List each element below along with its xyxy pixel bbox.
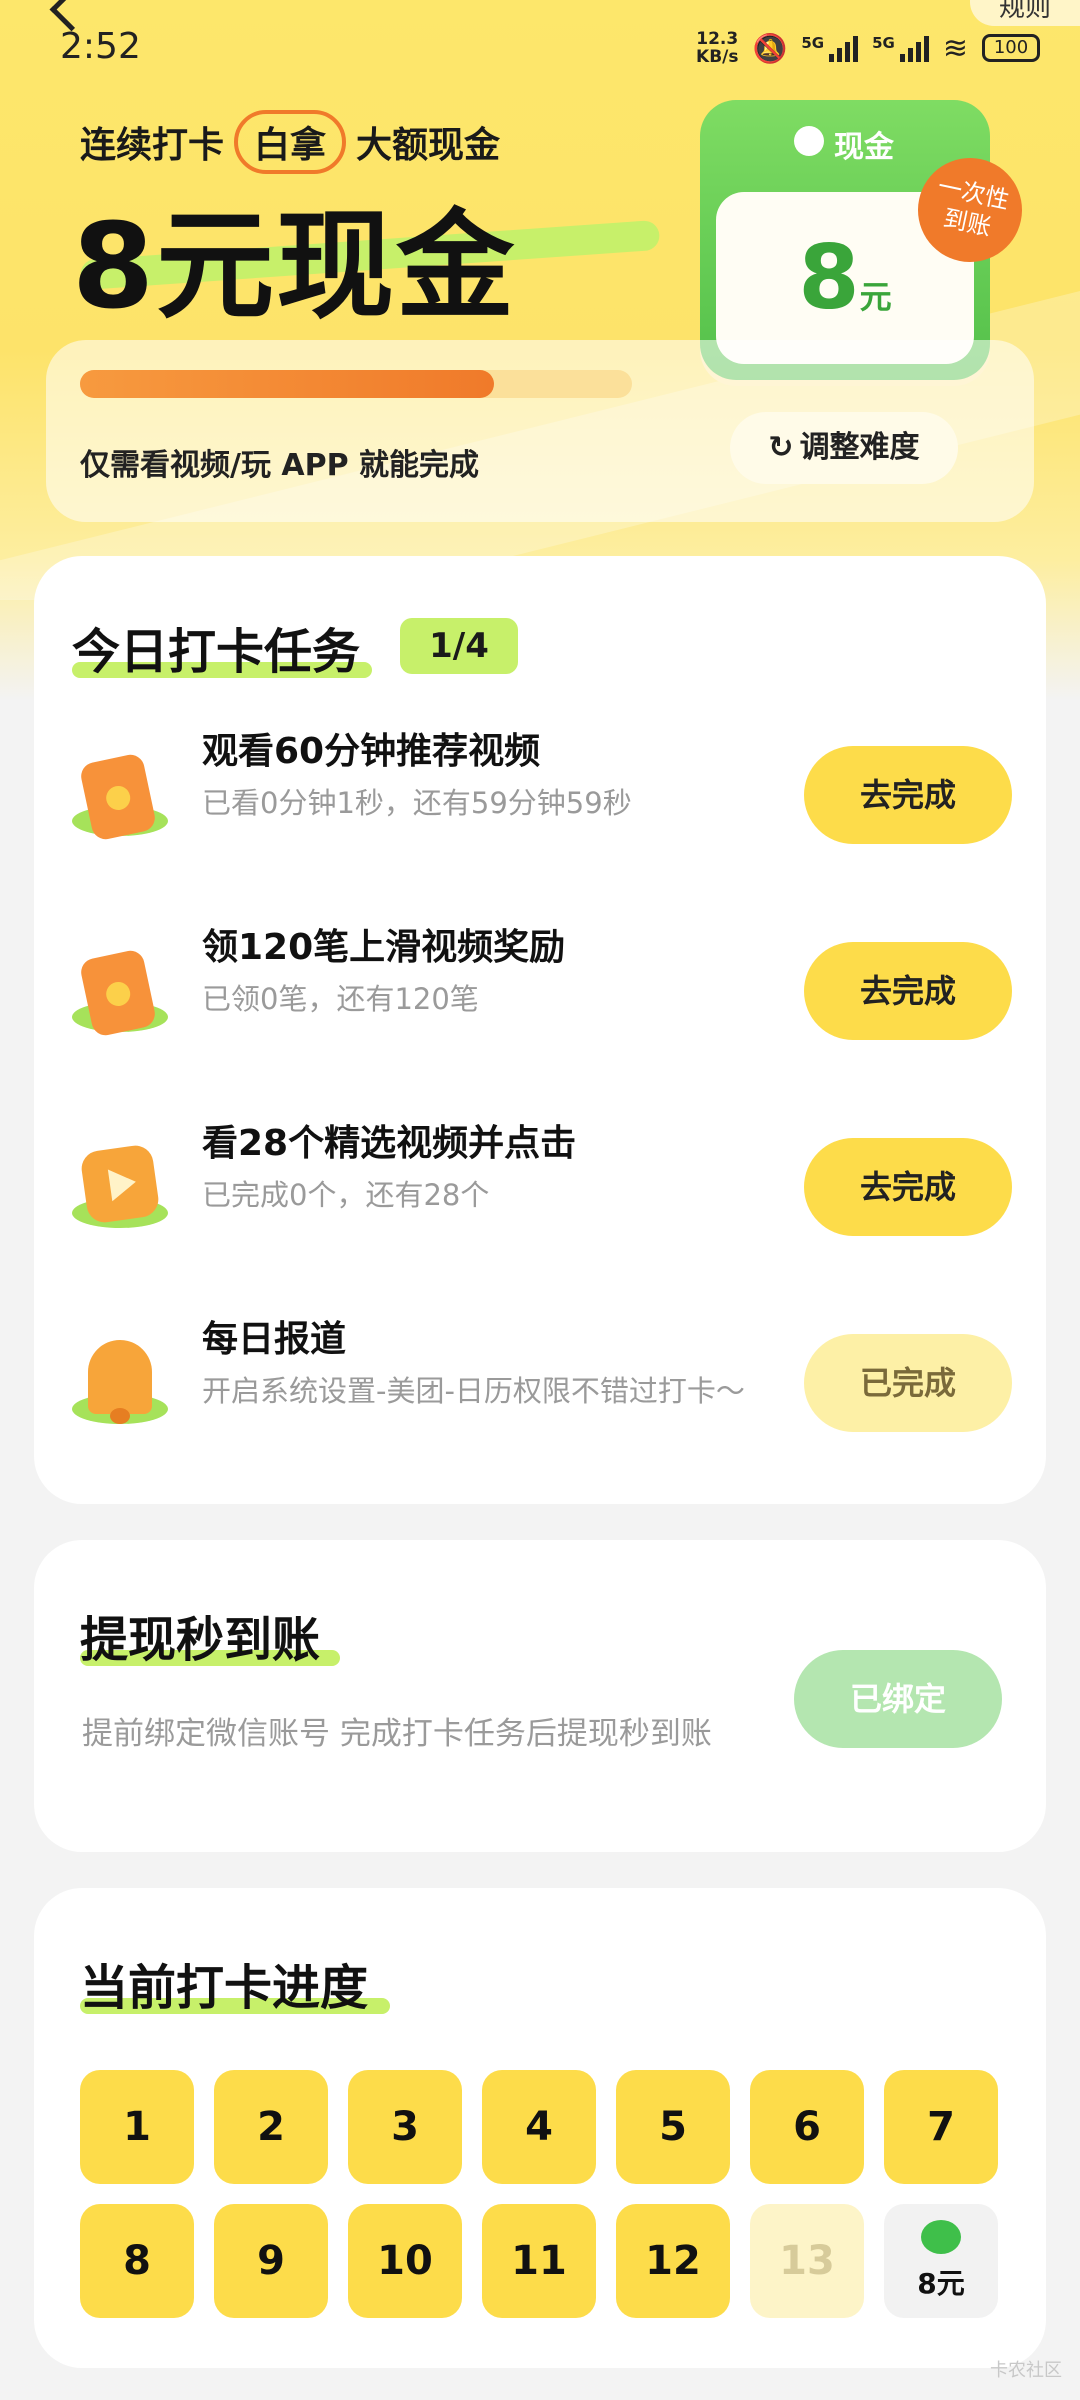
checkin-day: 1 bbox=[80, 2070, 194, 2184]
checkin-day: 9 bbox=[214, 2204, 328, 2318]
status-bar: 2:52 12.3 KB/s 🔕 5G 5G ≋ 100 规则 bbox=[0, 0, 1080, 100]
signal-icon: 5G bbox=[801, 34, 859, 62]
goal-progress-panel: 仅需看视频/玩 APP 就能完成 ↻ 调整难度 bbox=[46, 340, 1034, 522]
mute-bell-icon: 🔕 bbox=[752, 31, 788, 65]
task-subtitle: 已看0分钟1秒，还有59分钟59秒 bbox=[202, 786, 632, 820]
goal-progress-fill bbox=[80, 370, 494, 398]
task-subtitle: 已完成0个，还有28个 bbox=[202, 1178, 490, 1212]
checkin-day: 11 bbox=[482, 2204, 596, 2318]
withdraw-title: 提现秒到账 bbox=[80, 1600, 340, 1670]
task-title: 领120笔上滑视频奖励 bbox=[202, 927, 566, 968]
hero-title-text: 8元现金 bbox=[72, 197, 517, 335]
checkin-reward-day: 8元 bbox=[884, 2204, 998, 2318]
cash-unit: 元 bbox=[859, 278, 892, 316]
go-complete-button[interactable]: 去完成 bbox=[804, 746, 1012, 844]
net-speed-value: 12.3 bbox=[696, 29, 739, 49]
cash-card-label: 现金 bbox=[834, 130, 894, 165]
watermark: 卡农社区 bbox=[990, 2360, 1062, 2381]
sim2-label: 5G bbox=[872, 34, 895, 52]
cash-amount: 8 bbox=[798, 226, 860, 329]
completed-button: 已完成 bbox=[804, 1334, 1012, 1432]
checkin-day: 6 bbox=[750, 2070, 864, 2184]
task-subtitle: 已领0笔，还有120笔 bbox=[202, 982, 479, 1016]
task-item: 观看60分钟推荐视频 已看0分钟1秒，还有59分钟59秒 去完成 bbox=[34, 716, 1046, 876]
task-subtitle: 开启系统设置-美团-日历权限不错过打卡～ bbox=[202, 1374, 745, 1408]
play-icon bbox=[72, 1142, 168, 1238]
daily-tasks-title: 今日打卡任务 bbox=[72, 612, 372, 682]
checkin-progress-title: 当前打卡进度 bbox=[80, 1948, 390, 2018]
tagline-part-1: 连续打卡 bbox=[80, 125, 225, 166]
tagline-part-2: 大额现金 bbox=[356, 125, 501, 166]
checkin-progress-card: 当前打卡进度 1 2 3 4 5 6 7 8 9 10 11 12 13 8元 bbox=[34, 1888, 1046, 2368]
withdraw-title-text: 提现秒到账 bbox=[80, 1612, 321, 1668]
task-title: 每日报道 bbox=[202, 1319, 347, 1360]
checkin-day: 2 bbox=[214, 2070, 328, 2184]
withdraw-card: 提现秒到账 提前绑定微信账号 完成打卡任务后提现秒到账 已绑定 bbox=[34, 1540, 1046, 1852]
checkin-day: 8 bbox=[80, 2204, 194, 2318]
task-title: 看28个精选视频并点击 bbox=[202, 1123, 577, 1164]
hero-tagline: 连续打卡 白拿 大额现金 bbox=[80, 110, 500, 174]
goal-progress-caption: 仅需看视频/玩 APP 就能完成 bbox=[80, 448, 480, 483]
cash-card-header: 现金 bbox=[700, 122, 990, 166]
checkin-day: 4 bbox=[482, 2070, 596, 2184]
red-packet-icon bbox=[72, 750, 168, 846]
daily-tasks-title-text: 今日打卡任务 bbox=[72, 624, 361, 680]
wifi-icon: ≋ bbox=[942, 30, 968, 66]
net-speed: 12.3 KB/s bbox=[696, 30, 738, 66]
bound-button: 已绑定 bbox=[794, 1650, 1002, 1748]
status-time: 2:52 bbox=[60, 26, 141, 67]
battery-level: 100 bbox=[993, 37, 1029, 58]
wechat-cash-icon bbox=[921, 2220, 961, 2254]
adjust-difficulty-button[interactable]: ↻ 调整难度 bbox=[730, 412, 958, 484]
goal-progress-bar bbox=[80, 370, 632, 398]
reward-label: 8元 bbox=[917, 2267, 965, 2300]
checkin-days-grid: 1 2 3 4 5 6 7 8 9 10 11 12 13 8元 bbox=[80, 2070, 1004, 2318]
go-complete-button[interactable]: 去完成 bbox=[804, 942, 1012, 1040]
withdraw-description: 提前绑定微信账号 完成打卡任务后提现秒到账 bbox=[82, 1716, 712, 1752]
signal-icon: 5G bbox=[872, 34, 929, 62]
checkin-day: 12 bbox=[616, 2204, 730, 2318]
red-packet-icon bbox=[72, 946, 168, 1042]
checkin-progress-title-text: 当前打卡进度 bbox=[80, 1960, 369, 2016]
status-icons: 12.3 KB/s 🔕 5G 5G ≋ 100 bbox=[696, 30, 1040, 66]
checkin-day: 3 bbox=[348, 2070, 462, 2184]
tagline-circled: 白拿 bbox=[234, 110, 347, 174]
checkin-day: 7 bbox=[884, 2070, 998, 2184]
sim1-label: 5G bbox=[801, 34, 825, 52]
refresh-icon: ↻ bbox=[768, 430, 794, 465]
task-item: 看28个精选视频并点击 已完成0个，还有28个 去完成 bbox=[34, 1108, 1046, 1268]
bell-icon bbox=[72, 1338, 168, 1434]
task-title: 观看60分钟推荐视频 bbox=[202, 731, 541, 772]
checkin-day: 13 bbox=[750, 2204, 864, 2318]
hero-title: 8元现金 bbox=[72, 170, 516, 341]
task-item: 领120笔上滑视频奖励 已领0笔，还有120笔 去完成 bbox=[34, 912, 1046, 1072]
adjust-difficulty-label: 调整难度 bbox=[799, 430, 920, 465]
go-complete-button[interactable]: 去完成 bbox=[804, 1138, 1012, 1236]
checkin-day: 5 bbox=[616, 2070, 730, 2184]
net-speed-unit: KB/s bbox=[696, 47, 739, 67]
rules-button[interactable]: 规则 bbox=[970, 0, 1080, 26]
task-count-badge: 1/4 bbox=[400, 618, 518, 674]
task-item: 每日报道 开启系统设置-美团-日历权限不错过打卡～ 已完成 bbox=[34, 1304, 1046, 1464]
battery-icon: 100 bbox=[982, 34, 1040, 62]
checkin-day: 10 bbox=[348, 2204, 462, 2318]
daily-tasks-card: 今日打卡任务 1/4 观看60分钟推荐视频 已看0分钟1秒，还有59分钟59秒 … bbox=[34, 556, 1046, 1504]
